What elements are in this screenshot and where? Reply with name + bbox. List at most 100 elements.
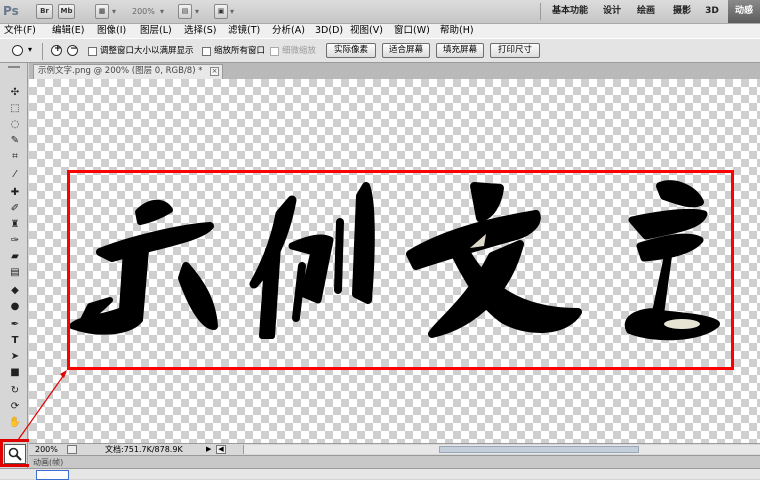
eyedropper-tool[interactable]: ⁄: [5, 166, 25, 183]
workspace-essentials[interactable]: 基本功能: [545, 0, 595, 23]
status-arrow-right-icon[interactable]: ▶: [206, 444, 211, 455]
blur-tool[interactable]: ◆: [5, 282, 25, 299]
dodge-tool[interactable]: ●: [5, 298, 25, 315]
shape-tool[interactable]: ■: [5, 364, 25, 381]
workspace-3d[interactable]: 3D: [702, 0, 722, 23]
3d-rotate-tool[interactable]: ↻: [5, 382, 25, 399]
animation-frames-tab[interactable]: 动画(帧): [33, 457, 63, 468]
menu-help[interactable]: 帮助(H): [440, 24, 474, 38]
workspace-motion[interactable]: 动感: [728, 0, 760, 23]
history-brush-icon: ✑: [10, 235, 20, 246]
menu-edit[interactable]: 编辑(E): [52, 24, 84, 38]
zoom-all-windows-label: 缩放所有窗口: [214, 46, 266, 56]
menu-filter[interactable]: 滤镜(T): [228, 24, 260, 38]
zoom-dropdown-arrow[interactable]: ▾: [160, 4, 164, 19]
menu-image[interactable]: 图像(I): [97, 24, 126, 38]
animation-panel: 动画(帧): [29, 455, 760, 468]
zoom-level-dropdown[interactable]: 200%: [132, 4, 155, 19]
separator: [540, 3, 541, 20]
scrubby-zoom-label: 细微缩放: [282, 46, 317, 56]
clone-stamp-tool[interactable]: ♜: [5, 216, 25, 233]
tool-preset-picker[interactable]: ▾: [12, 44, 34, 59]
pen-tool[interactable]: ✒: [5, 316, 25, 333]
zoom-in-button[interactable]: +: [50, 44, 64, 58]
blur-icon: ◆: [11, 285, 19, 296]
brush-tool[interactable]: ✐: [5, 200, 25, 217]
magnifier-icon: [12, 45, 23, 56]
fit-screen-button[interactable]: 适合屏幕: [382, 43, 430, 58]
print-size-button[interactable]: 打印尺寸: [490, 43, 540, 58]
status-arrow-left-icon[interactable]: ◀: [216, 445, 226, 454]
3d-orbit-tool[interactable]: ⟳: [5, 398, 25, 415]
menu-window[interactable]: 窗口(W): [394, 24, 430, 38]
zoom-out-button[interactable]: −: [66, 44, 80, 58]
scrollbar-thumb[interactable]: [439, 446, 639, 453]
move-icon: ✣: [10, 87, 20, 98]
workspace-photography[interactable]: 摄影: [668, 0, 696, 23]
screen-mode-button[interactable]: ▣: [214, 4, 228, 19]
status-zoom-field[interactable]: 200%: [35, 444, 58, 455]
document-title: 示例文字.png @ 200% (图层 0, RGB/8) *: [38, 66, 203, 76]
menu-analysis[interactable]: 分析(A): [272, 24, 305, 38]
arrange-icon: ▤: [181, 7, 189, 15]
arrange-documents-button[interactable]: ▤: [178, 4, 192, 19]
history-brush-tool[interactable]: ✑: [5, 232, 25, 249]
menu-select[interactable]: 选择(S): [184, 24, 216, 38]
hand-icon: ✋: [8, 417, 22, 428]
quick-select-tool[interactable]: ✎: [5, 132, 25, 149]
document-tab[interactable]: 示例文字.png @ 200% (图层 0, RGB/8) * ×: [33, 64, 223, 79]
workspace-painting[interactable]: 绘画: [632, 0, 660, 23]
shape-icon: ■: [10, 367, 20, 378]
workspace-design[interactable]: 设计: [598, 0, 626, 23]
separator: [42, 43, 43, 60]
actual-pixels-button[interactable]: 实际像素: [326, 43, 376, 58]
move-tool[interactable]: ✣: [5, 84, 25, 101]
hand-tool[interactable]: ✋: [5, 414, 25, 431]
resize-windows-label: 调整窗口大小以满屏显示: [100, 46, 194, 56]
eraser-tool[interactable]: ▰: [5, 248, 25, 265]
scrubby-zoom-checkbox[interactable]: [270, 47, 279, 56]
screen-mode-dropdown-arrow[interactable]: ▾: [230, 4, 234, 19]
menu-view[interactable]: 视图(V): [350, 24, 383, 38]
photoshop-logo: Ps: [3, 4, 19, 18]
marquee-tool[interactable]: ⬚: [5, 100, 25, 117]
document-tab-bar: 示例文字.png @ 200% (图层 0, RGB/8) * ×: [29, 63, 760, 79]
gradient-tool[interactable]: ▤: [5, 264, 25, 281]
menu-3d[interactable]: 3D(D): [315, 24, 343, 38]
menu-layer[interactable]: 图层(L): [140, 24, 172, 38]
view-extras-icon: ▦: [98, 7, 106, 15]
status-menu-icon[interactable]: [67, 445, 77, 454]
chevron-down-icon: ▾: [28, 45, 33, 54]
horizontal-scrollbar[interactable]: [243, 445, 760, 454]
type-tool[interactable]: T: [5, 332, 25, 349]
pen-icon: ✒: [10, 319, 20, 330]
mini-bridge-button[interactable]: Mb: [58, 4, 75, 19]
3d-orbit-icon: ⟳: [10, 401, 20, 412]
status-bar: 200% 文档:751.7K/878.9K ▶ ◀: [29, 443, 760, 455]
view-extras-button[interactable]: ▦: [95, 4, 109, 19]
healing-tool[interactable]: ✚: [5, 184, 25, 201]
path-select-icon: ➤: [10, 351, 20, 362]
close-icon[interactable]: ×: [210, 67, 219, 76]
menu-file[interactable]: 文件(F): [4, 24, 36, 38]
zoom-all-windows-checkbox[interactable]: [202, 47, 211, 56]
gradient-icon: ▤: [10, 267, 20, 278]
panel-grip[interactable]: [8, 66, 20, 68]
quick-select-icon: ✎: [10, 135, 20, 146]
lasso-tool[interactable]: ◌: [5, 116, 25, 133]
annotation-highlight-box: [67, 170, 734, 370]
type-icon: T: [11, 335, 19, 346]
3d-rotate-icon: ↻: [10, 385, 20, 396]
eraser-icon: ▰: [11, 251, 19, 262]
path-select-tool[interactable]: ➤: [5, 348, 25, 365]
resize-windows-checkbox[interactable]: [88, 47, 97, 56]
fill-screen-button[interactable]: 填充屏幕: [436, 43, 484, 58]
arrange-dropdown-arrow[interactable]: ▾: [195, 4, 199, 19]
screen-mode-icon: ▣: [217, 7, 225, 15]
bridge-button[interactable]: Br: [36, 4, 53, 19]
crop-tool[interactable]: ⌗: [5, 148, 25, 165]
dodge-icon: ●: [10, 301, 20, 312]
menu-bar: 文件(F) 编辑(E) 图像(I) 图层(L) 选择(S) 滤镜(T) 分析(A…: [0, 24, 760, 38]
crop-icon: ⌗: [12, 151, 18, 162]
view-extras-dropdown[interactable]: ▾: [112, 4, 116, 19]
